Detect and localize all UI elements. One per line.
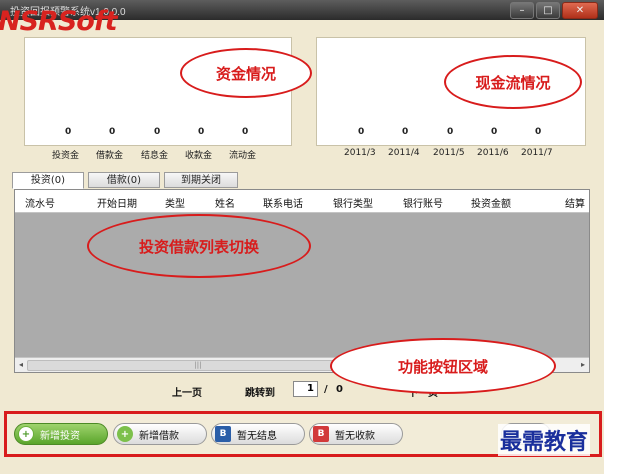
logo: NSRSoft: [0, 6, 117, 37]
funds-label: 借款金: [96, 151, 124, 161]
no-interest-settlement-label: 暂无结息: [237, 430, 277, 442]
funds-callout-text: 资金情况: [215, 64, 276, 83]
document-icon: B: [215, 426, 231, 442]
list-switch-callout-text: 投资借款列表切换: [138, 237, 259, 256]
no-collection-label: 暂无收款: [335, 430, 375, 442]
maximize-button[interactable]: □: [536, 2, 560, 19]
cashflow-value: 0: [447, 127, 454, 137]
funds-value: 0: [65, 127, 72, 137]
cashflow-label: 2011/7: [521, 148, 553, 158]
tab-loans[interactable]: 借款(0): [88, 172, 160, 188]
tab-loans-label: 借款(0): [106, 175, 142, 186]
column-header-bank-account[interactable]: 银行账号: [403, 195, 443, 210]
funds-value: 0: [109, 127, 116, 137]
minimize-button[interactable]: –: [510, 2, 534, 19]
watermark: 最需教育: [498, 424, 591, 456]
scroll-left-icon[interactable]: ◂: [16, 360, 26, 370]
add-loan-label: 新增借款: [139, 430, 179, 442]
function-buttons-callout: 功能按钮区域: [330, 338, 556, 394]
tab-expired-closed[interactable]: 到期关闭: [164, 172, 238, 188]
add-investment-button[interactable]: + 新增投资: [14, 423, 108, 445]
cashflow-value: 0: [358, 127, 365, 137]
cashflow-callout-text: 现金流情况: [475, 73, 551, 92]
add-icon: +: [18, 426, 34, 442]
cashflow-label: 2011/6: [477, 148, 509, 158]
column-header-settlement[interactable]: 结算: [565, 195, 585, 210]
add-investment-label: 新增投资: [40, 430, 80, 442]
no-collection-button[interactable]: B 暂无收款: [309, 423, 403, 445]
column-header-bank-type[interactable]: 银行类型: [333, 195, 373, 210]
tab-investment[interactable]: 投资(0): [12, 172, 84, 189]
cashflow-label: 2011/4: [388, 148, 420, 158]
funds-label: 投资金: [52, 151, 80, 161]
page-separator: /: [324, 384, 328, 395]
table-header: 流水号 开始日期 类型 姓名 联系电话 银行类型 银行账号 投资金额 结算: [15, 190, 589, 213]
window-controls: – □ ✕: [510, 2, 598, 19]
app-window: 投资回报预警系统v1.0.0.0 – □ ✕ NSRSoft 0 0 0 0 0…: [0, 0, 604, 474]
no-interest-settlement-button[interactable]: B 暂无结息: [211, 423, 305, 445]
jump-to-label: 跳转到: [245, 388, 275, 399]
scroll-right-icon[interactable]: ▸: [578, 360, 588, 370]
page-total: 0: [336, 384, 343, 395]
cashflow-value: 0: [535, 127, 542, 137]
funds-callout: 资金情况: [180, 48, 312, 98]
funds-value: 0: [242, 127, 249, 137]
cashflow-callout: 现金流情况: [444, 55, 582, 109]
tab-investment-label: 投资(0): [30, 175, 66, 186]
column-header-phone[interactable]: 联系电话: [263, 195, 303, 210]
list-switch-callout: 投资借款列表切换: [87, 214, 311, 278]
close-button[interactable]: ✕: [562, 2, 598, 19]
column-header-name[interactable]: 姓名: [215, 195, 235, 210]
page-number-input[interactable]: 1: [293, 381, 318, 397]
cashflow-value: 0: [491, 127, 498, 137]
tab-expired-closed-label: 到期关闭: [181, 175, 221, 186]
add-icon: +: [117, 426, 133, 442]
funds-value: 0: [198, 127, 205, 137]
cashflow-label: 2011/3: [344, 148, 376, 158]
column-header-start-date[interactable]: 开始日期: [97, 195, 137, 210]
column-header-serial[interactable]: 流水号: [25, 195, 55, 210]
column-header-amount[interactable]: 投资金额: [471, 195, 511, 210]
column-header-type[interactable]: 类型: [165, 195, 185, 210]
funds-value: 0: [154, 127, 161, 137]
document-icon: B: [313, 426, 329, 442]
cashflow-value: 0: [402, 127, 409, 137]
add-loan-button[interactable]: + 新增借款: [113, 423, 207, 445]
cashflow-label: 2011/5: [433, 148, 465, 158]
funds-label: 结息金: [141, 151, 169, 161]
funds-label: 收款金: [185, 151, 213, 161]
function-buttons-callout-text: 功能按钮区域: [397, 357, 488, 376]
funds-label: 流动金: [229, 151, 257, 161]
prev-page-button[interactable]: 上一页: [172, 384, 202, 399]
scroll-thumb[interactable]: |||: [27, 360, 369, 371]
